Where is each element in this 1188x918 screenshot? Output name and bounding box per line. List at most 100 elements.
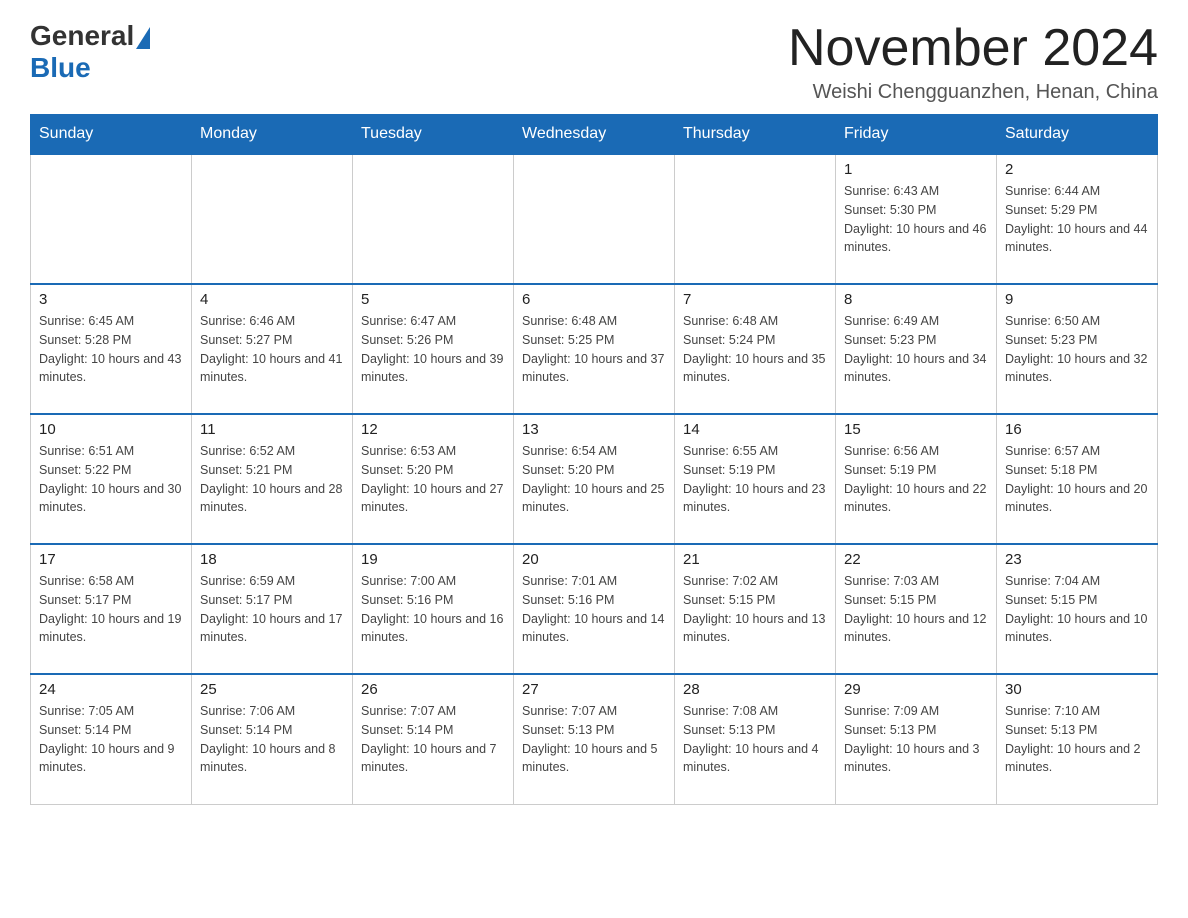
- header-saturday: Saturday: [997, 115, 1158, 155]
- day-number: 10: [39, 421, 183, 438]
- day-number: 12: [361, 421, 505, 438]
- calendar-cell: 12 Sunrise: 6:53 AMSunset: 5:20 PMDayligh…: [353, 414, 514, 544]
- calendar-cell: 8 Sunrise: 6:49 AMSunset: 5:23 PMDaylight…: [836, 284, 997, 414]
- calendar-cell: 25Sunrise: 7:06 AMSunset: 5:14 PMDayligh…: [192, 674, 353, 804]
- calendar-cell: 10 Sunrise: 6:51 AMSunset: 5:22 PMDayligh…: [31, 414, 192, 544]
- page-header: General Blue November 2024 Weishi Chengg…: [30, 20, 1158, 104]
- calendar-cell: 27 Sunrise: 7:07 AMSunset: 5:13 PMDayligh…: [514, 674, 675, 804]
- day-number: 19: [361, 551, 505, 568]
- day-number: 5: [361, 291, 505, 308]
- calendar-cell: [31, 154, 192, 284]
- day-info: Sunrise: 7:05 AMSunset: 5:14 PMDaylight:…: [39, 702, 183, 777]
- calendar-cell: [675, 154, 836, 284]
- logo: General Blue: [30, 20, 150, 84]
- calendar-cell: 6 Sunrise: 6:48 AMSunset: 5:25 PMDaylight…: [514, 284, 675, 414]
- day-number: 1: [844, 161, 988, 178]
- calendar-cell: [514, 154, 675, 284]
- day-number: 2: [1005, 161, 1149, 178]
- day-number: 21: [683, 551, 827, 568]
- day-info: Sunrise: 6:57 AMSunset: 5:18 PMDaylight:…: [1005, 442, 1149, 517]
- calendar-cell: [353, 154, 514, 284]
- day-number: 6: [522, 291, 666, 308]
- calendar-cell: 21 Sunrise: 7:02 AMSunset: 5:15 PMDayligh…: [675, 544, 836, 674]
- month-title: November 2024: [788, 20, 1158, 77]
- day-info: Sunrise: 7:10 AMSunset: 5:13 PMDaylight:…: [1005, 702, 1149, 777]
- day-number: 9: [1005, 291, 1149, 308]
- header-friday: Friday: [836, 115, 997, 155]
- calendar-cell: 14 Sunrise: 6:55 AMSunset: 5:19 PMDayligh…: [675, 414, 836, 544]
- logo-general-text: General: [30, 20, 134, 52]
- day-info: Sunrise: 6:56 AMSunset: 5:19 PMDaylight:…: [844, 442, 988, 517]
- day-info: Sunrise: 6:48 AMSunset: 5:25 PMDaylight:…: [522, 312, 666, 387]
- day-number: 27: [522, 681, 666, 698]
- day-info: Sunrise: 7:01 AMSunset: 5:16 PMDaylight:…: [522, 572, 666, 647]
- calendar-cell: 7Sunrise: 6:48 AMSunset: 5:24 PMDaylight…: [675, 284, 836, 414]
- day-number: 7: [683, 291, 827, 308]
- header-wednesday: Wednesday: [514, 115, 675, 155]
- header-monday: Monday: [192, 115, 353, 155]
- calendar-cell: 18Sunrise: 6:59 AMSunset: 5:17 PMDayligh…: [192, 544, 353, 674]
- calendar-cell: 4 Sunrise: 6:46 AMSunset: 5:27 PMDaylight…: [192, 284, 353, 414]
- day-info: Sunrise: 6:51 AMSunset: 5:22 PMDaylight:…: [39, 442, 183, 517]
- day-number: 11: [200, 421, 344, 438]
- day-info: Sunrise: 7:07 AMSunset: 5:13 PMDaylight:…: [522, 702, 666, 777]
- calendar-cell: 29 Sunrise: 7:09 AMSunset: 5:13 PMDayligh…: [836, 674, 997, 804]
- day-info: Sunrise: 6:53 AMSunset: 5:20 PMDaylight:…: [361, 442, 505, 517]
- day-info: Sunrise: 6:45 AMSunset: 5:28 PMDaylight:…: [39, 312, 183, 387]
- logo-triangle-icon: [136, 27, 150, 49]
- calendar-week-row: 3Sunrise: 6:45 AMSunset: 5:28 PMDaylight…: [31, 284, 1158, 414]
- day-number: 22: [844, 551, 988, 568]
- calendar-week-row: 1 Sunrise: 6:43 AMSunset: 5:30 PMDaylight…: [31, 154, 1158, 284]
- calendar-cell: 16 Sunrise: 6:57 AMSunset: 5:18 PMDayligh…: [997, 414, 1158, 544]
- day-number: 17: [39, 551, 183, 568]
- day-info: Sunrise: 6:49 AMSunset: 5:23 PMDaylight:…: [844, 312, 988, 387]
- calendar-cell: 19 Sunrise: 7:00 AMSunset: 5:16 PMDayligh…: [353, 544, 514, 674]
- day-info: Sunrise: 6:46 AMSunset: 5:27 PMDaylight:…: [200, 312, 344, 387]
- day-info: Sunrise: 7:08 AMSunset: 5:13 PMDaylight:…: [683, 702, 827, 777]
- calendar-cell: 13Sunrise: 6:54 AMSunset: 5:20 PMDayligh…: [514, 414, 675, 544]
- header-tuesday: Tuesday: [353, 115, 514, 155]
- day-number: 15: [844, 421, 988, 438]
- day-number: 4: [200, 291, 344, 308]
- logo-blue-text: Blue: [30, 52, 150, 84]
- calendar-cell: 17 Sunrise: 6:58 AMSunset: 5:17 PMDayligh…: [31, 544, 192, 674]
- day-number: 8: [844, 291, 988, 308]
- day-info: Sunrise: 6:47 AMSunset: 5:26 PMDaylight:…: [361, 312, 505, 387]
- calendar-header-row: SundayMondayTuesdayWednesdayThursdayFrid…: [31, 115, 1158, 155]
- day-info: Sunrise: 7:02 AMSunset: 5:15 PMDaylight:…: [683, 572, 827, 647]
- day-info: Sunrise: 7:09 AMSunset: 5:13 PMDaylight:…: [844, 702, 988, 777]
- day-info: Sunrise: 6:59 AMSunset: 5:17 PMDaylight:…: [200, 572, 344, 647]
- day-info: Sunrise: 6:58 AMSunset: 5:17 PMDaylight:…: [39, 572, 183, 647]
- day-number: 13: [522, 421, 666, 438]
- header-sunday: Sunday: [31, 115, 192, 155]
- day-info: Sunrise: 7:03 AMSunset: 5:15 PMDaylight:…: [844, 572, 988, 647]
- calendar-cell: 2 Sunrise: 6:44 AMSunset: 5:29 PMDaylight…: [997, 154, 1158, 284]
- calendar-cell: 22 Sunrise: 7:03 AMSunset: 5:15 PMDayligh…: [836, 544, 997, 674]
- day-info: Sunrise: 7:04 AMSunset: 5:15 PMDaylight:…: [1005, 572, 1149, 647]
- calendar-cell: 9 Sunrise: 6:50 AMSunset: 5:23 PMDaylight…: [997, 284, 1158, 414]
- day-info: Sunrise: 7:00 AMSunset: 5:16 PMDaylight:…: [361, 572, 505, 647]
- day-number: 14: [683, 421, 827, 438]
- calendar-cell: 3Sunrise: 6:45 AMSunset: 5:28 PMDaylight…: [31, 284, 192, 414]
- day-info: Sunrise: 6:43 AMSunset: 5:30 PMDaylight:…: [844, 182, 988, 257]
- day-info: Sunrise: 6:44 AMSunset: 5:29 PMDaylight:…: [1005, 182, 1149, 257]
- calendar-week-row: 10 Sunrise: 6:51 AMSunset: 5:22 PMDayligh…: [31, 414, 1158, 544]
- location-title: Weishi Chengguanzhen, Henan, China: [788, 81, 1158, 104]
- calendar-week-row: 24Sunrise: 7:05 AMSunset: 5:14 PMDayligh…: [31, 674, 1158, 804]
- day-info: Sunrise: 6:50 AMSunset: 5:23 PMDaylight:…: [1005, 312, 1149, 387]
- calendar-cell: 26Sunrise: 7:07 AMSunset: 5:14 PMDayligh…: [353, 674, 514, 804]
- calendar-cell: 24Sunrise: 7:05 AMSunset: 5:14 PMDayligh…: [31, 674, 192, 804]
- day-number: 29: [844, 681, 988, 698]
- day-number: 28: [683, 681, 827, 698]
- calendar-cell: 1 Sunrise: 6:43 AMSunset: 5:30 PMDaylight…: [836, 154, 997, 284]
- calendar-cell: 5 Sunrise: 6:47 AMSunset: 5:26 PMDaylight…: [353, 284, 514, 414]
- day-number: 23: [1005, 551, 1149, 568]
- title-area: November 2024 Weishi Chengguanzhen, Hena…: [788, 20, 1158, 104]
- header-thursday: Thursday: [675, 115, 836, 155]
- day-number: 30: [1005, 681, 1149, 698]
- day-info: Sunrise: 6:55 AMSunset: 5:19 PMDaylight:…: [683, 442, 827, 517]
- day-number: 26: [361, 681, 505, 698]
- calendar-cell: 30 Sunrise: 7:10 AMSunset: 5:13 PMDayligh…: [997, 674, 1158, 804]
- day-number: 16: [1005, 421, 1149, 438]
- calendar-cell: 15 Sunrise: 6:56 AMSunset: 5:19 PMDayligh…: [836, 414, 997, 544]
